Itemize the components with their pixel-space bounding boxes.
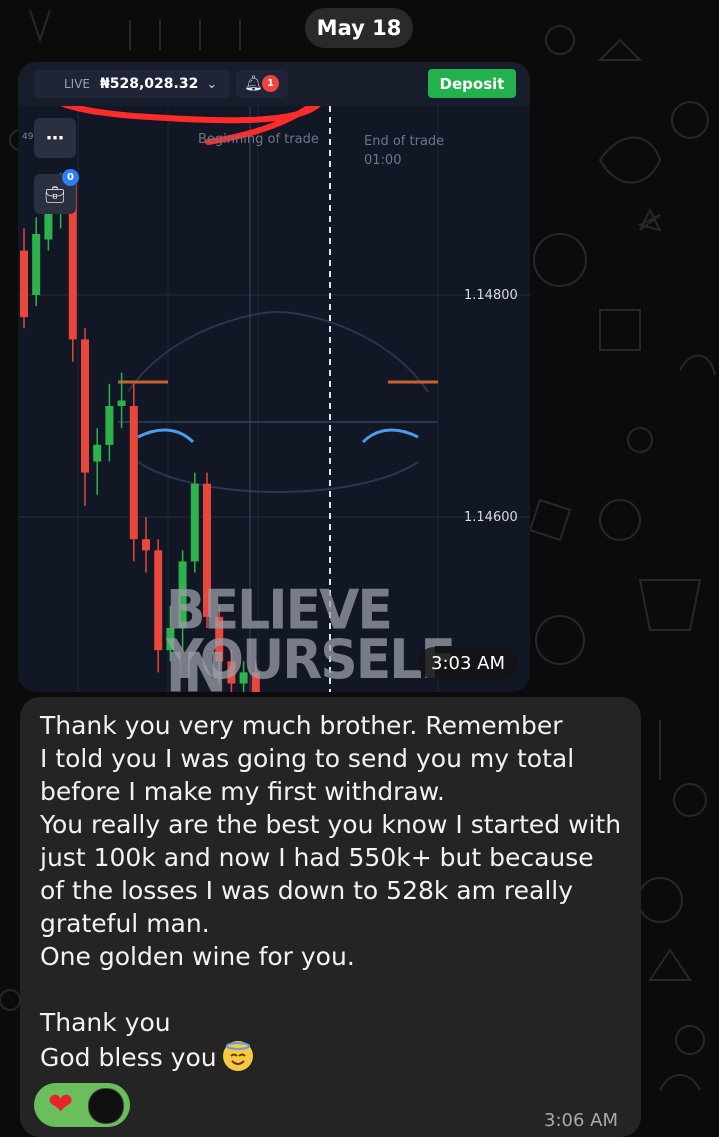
account-balance: ₦528,028.32 xyxy=(100,76,199,92)
message-line: grateful man. xyxy=(40,909,210,938)
message-line: You really are the best you know I start… xyxy=(40,810,622,839)
price-tick-1: 1.14800 xyxy=(464,288,518,303)
account-mode-label: LIVE xyxy=(64,77,91,91)
price-tick-2: 1.14600 xyxy=(464,510,518,525)
message-timestamp: 3:06 AM xyxy=(544,1110,618,1131)
portfolio-count-badge: 0 xyxy=(62,169,79,186)
candle-body xyxy=(117,400,126,406)
end-trade-text: End of trade xyxy=(364,134,445,149)
trading-screenshot-message[interactable]: LIVE ₦528,028.32 ⌄ 🔔︎ 1 Deposit 49 ⋯ 💼︎ … xyxy=(18,62,530,692)
end-trade-label: End of trade 01:00 xyxy=(364,132,444,170)
notifications-button[interactable]: 🔔︎ 1 xyxy=(236,70,288,98)
reaction-chip[interactable]: ❤ xyxy=(34,1083,130,1127)
notification-count-badge: 1 xyxy=(262,75,279,92)
message-line: One golden wine for you. xyxy=(40,942,355,971)
poster-text-line2: YOURSELF xyxy=(166,628,456,692)
candle-body xyxy=(20,250,28,318)
message-line: I told you I was going to send you my to… xyxy=(40,744,575,773)
deposit-button[interactable]: Deposit xyxy=(428,69,516,98)
candle-body xyxy=(142,539,150,551)
end-trade-time: 01:00 xyxy=(364,153,402,168)
candle-body xyxy=(105,406,114,445)
account-selector[interactable]: LIVE ₦528,028.32 ⌄ xyxy=(34,70,230,98)
candle-body xyxy=(154,550,163,651)
begin-trade-label: Beginning of trade xyxy=(198,132,319,147)
more-options-button[interactable]: ⋯ xyxy=(34,118,76,158)
candle-body xyxy=(93,444,102,462)
date-separator: May 18 xyxy=(305,8,413,48)
candle-body xyxy=(190,483,199,562)
trading-topbar: LIVE ₦528,028.32 ⌄ 🔔︎ 1 Deposit xyxy=(18,62,530,106)
message-line: Thank you very much brother. Remember xyxy=(40,711,563,740)
message-line: of the losses I was down to 528k am real… xyxy=(40,876,574,905)
message-line-text: God bless you xyxy=(40,1043,217,1072)
message-line: just 100k and now I had 550k+ but becaus… xyxy=(40,843,594,872)
message-last-line: God bless you xyxy=(40,1041,253,1072)
briefcase-icon: 💼︎ xyxy=(44,184,66,204)
chevron-down-icon: ⌄ xyxy=(206,76,218,92)
text-message-bubble[interactable]: Thank you very much brother. Remember I … xyxy=(20,697,641,1137)
candle-body xyxy=(81,339,89,473)
message-line: Thank you xyxy=(40,1008,171,1037)
bell-icon: 🔔︎ xyxy=(244,74,264,92)
angel-emoji-icon xyxy=(222,1041,253,1071)
message-line: before I make my first withdraw. xyxy=(40,777,445,806)
candle-body xyxy=(129,406,138,540)
heart-reaction-icon: ❤ xyxy=(48,1087,74,1122)
candle-body xyxy=(32,233,41,295)
edge-number: 49 xyxy=(22,132,34,142)
reactor-avatar xyxy=(88,1088,124,1124)
photo-timestamp: 3:03 AM xyxy=(418,647,518,679)
